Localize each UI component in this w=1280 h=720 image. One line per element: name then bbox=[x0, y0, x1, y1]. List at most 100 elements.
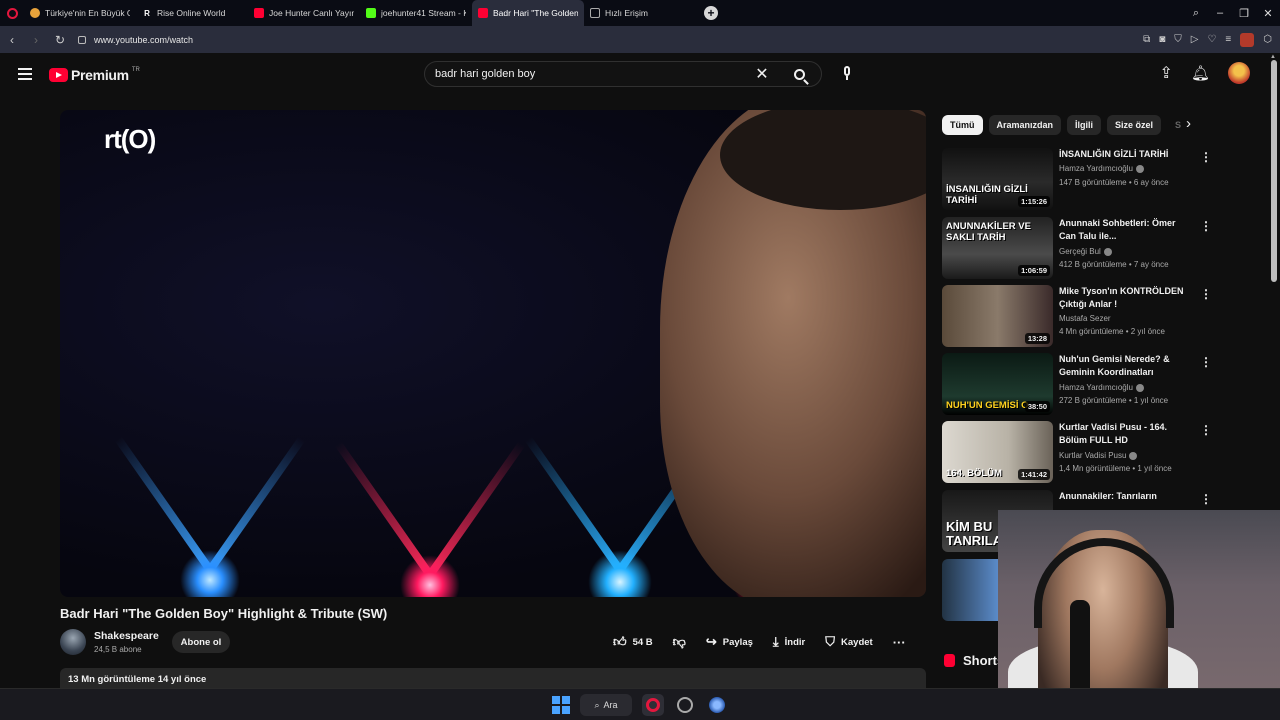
chip-related[interactable]: İlgili bbox=[1067, 115, 1102, 135]
tab-hizli-erisim[interactable]: Hızlı Erişim bbox=[584, 0, 696, 26]
tab-turkiye[interactable]: Türkiye'nin En Büyük Oyun bbox=[24, 0, 136, 26]
video-thumbnail[interactable]: 164. BÖLÜM 1:41:42 bbox=[942, 421, 1053, 483]
recommendation-title[interactable]: Mike Tyson'ın KONTRÖLDEN Çıktığı Anlar ! bbox=[1059, 285, 1195, 310]
youtube-play-icon bbox=[49, 68, 68, 82]
recommendation-title[interactable]: Anunnaki Sohbetleri: Ömer Can Talu ile..… bbox=[1059, 217, 1195, 242]
more-horizontal-icon: ··· bbox=[892, 634, 906, 650]
download-button[interactable]: ⤓ İndir bbox=[763, 632, 815, 652]
chevron-right-icon[interactable]: › bbox=[1186, 115, 1191, 132]
reload-icon[interactable]: ↻ bbox=[48, 33, 72, 47]
back-icon[interactable]: ‹ bbox=[0, 33, 24, 47]
video-thumbnail[interactable]: NUH'UN GEMİSİ O 38:50 bbox=[942, 353, 1053, 415]
list-item[interactable]: İNSANLIĞIN GİZLİ TARİHİ 1:15:26 İNSANLIĞ… bbox=[942, 148, 1222, 210]
taskbar-apps: ⌕ Ara bbox=[552, 694, 728, 716]
more-actions-button[interactable]: ··· bbox=[883, 632, 916, 652]
clear-search-icon[interactable]: ✕ bbox=[747, 64, 777, 84]
recommendation-title[interactable]: Nuh'un Gemisi Nerede? & Geminin Koordina… bbox=[1059, 353, 1195, 378]
minimize-icon[interactable]: – bbox=[1208, 7, 1232, 19]
more-vertical-icon[interactable]: ⋮ bbox=[1200, 150, 1212, 164]
more-vertical-icon[interactable]: ⋮ bbox=[1200, 355, 1212, 369]
extension-avatar[interactable] bbox=[1240, 32, 1255, 47]
close-icon[interactable]: ✕ bbox=[1256, 7, 1280, 20]
list-item[interactable]: ANUNNAKİLER VE SAKLI TARİH 1:06:59 Anunn… bbox=[942, 217, 1222, 279]
chip-all[interactable]: Tümü bbox=[942, 115, 983, 135]
tab-label: Joe Hunter Canlı Yayını - Y bbox=[269, 8, 354, 18]
dislike-button[interactable]: 👎︎ bbox=[663, 632, 696, 652]
url-field[interactable]: www.youtube.com/watch bbox=[78, 35, 193, 45]
subscriber-count: 24,5 B abone bbox=[94, 645, 142, 654]
share-icon: ↪ bbox=[705, 634, 717, 649]
menu-icon[interactable]: ≡ bbox=[1225, 34, 1231, 45]
thumbnail-text: KİM BU TANRILA bbox=[946, 519, 1003, 548]
recommendation-meta: 1,4 Mn görüntüleme • 1 yıl önce bbox=[1059, 464, 1172, 473]
chip-from-search[interactable]: Aramanızdan bbox=[988, 115, 1062, 135]
list-item[interactable]: 164. BÖLÜM 1:41:42 Kurtlar Vadisi Pusu -… bbox=[942, 421, 1222, 483]
channel-name[interactable]: Shakespeare bbox=[94, 630, 159, 642]
thumbs-up-icon: 👍︎ bbox=[613, 634, 627, 649]
list-item[interactable]: NUH'UN GEMİSİ O 38:50 Nuh'un Gemisi Nere… bbox=[942, 353, 1222, 415]
more-vertical-icon[interactable]: ⋮ bbox=[1200, 423, 1212, 437]
heart-icon[interactable]: ♡ bbox=[1207, 34, 1216, 45]
stage-light bbox=[400, 555, 460, 597]
tab-badr-hari[interactable]: Badr Hari "The Golden Bo bbox=[472, 0, 584, 26]
app-taskbar-icon[interactable] bbox=[706, 694, 728, 716]
youtube-icon bbox=[254, 8, 264, 18]
like-button[interactable]: 👍︎ 54 B bbox=[603, 632, 663, 652]
video-player[interactable]: rt(O) bbox=[60, 110, 926, 597]
tab-rise-online[interactable]: R Rise Online World bbox=[136, 0, 248, 26]
maximize-icon[interactable]: ❐ bbox=[1232, 7, 1256, 20]
forward-icon[interactable]: › bbox=[24, 33, 48, 47]
address-bar: ‹ › ↻ www.youtube.com/watch ⧉ ◙ ⛉ ▷ ♡ ≡ … bbox=[0, 26, 1280, 53]
duration-badge: 38:50 bbox=[1024, 401, 1050, 412]
new-tab-button[interactable]: + bbox=[704, 6, 718, 20]
search-tabs-icon[interactable]: ⌕ bbox=[1184, 7, 1208, 20]
notifications-icon[interactable]: 🔔︎ bbox=[1191, 64, 1210, 82]
recommendation-meta: 272 B görüntüleme • 1 yıl önce bbox=[1059, 396, 1169, 405]
pip-icon[interactable]: ⧉ bbox=[1143, 34, 1150, 45]
more-vertical-icon[interactable]: ⋮ bbox=[1200, 287, 1212, 301]
vpn-icon[interactable]: ⬡ bbox=[1263, 34, 1272, 45]
address-bar-icons: ⧉ ◙ ⛉ ▷ ♡ ≡ ⬡ bbox=[1143, 26, 1272, 53]
page-scrollbar[interactable] bbox=[1271, 60, 1277, 282]
account-avatar[interactable] bbox=[1228, 62, 1250, 84]
recommendation-title[interactable]: Anunnakiler: Tanrıların bbox=[1059, 490, 1195, 503]
opera-menu-icon[interactable] bbox=[0, 0, 24, 26]
save-button[interactable]: ⛉ Kaydet bbox=[815, 632, 882, 652]
tab-label: Hızlı Erişim bbox=[605, 8, 648, 18]
video-thumbnail[interactable]: İNSANLIĞIN GİZLİ TARİHİ 1:15:26 bbox=[942, 148, 1053, 210]
share-button[interactable]: ↪ Paylaş bbox=[696, 632, 763, 652]
video-thumbnail[interactable]: ANUNNAKİLER VE SAKLI TARİH 1:06:59 bbox=[942, 217, 1053, 279]
lock-icon bbox=[78, 35, 86, 44]
tab-joe-hunter-youtube[interactable]: Joe Hunter Canlı Yayını - Y bbox=[248, 0, 360, 26]
youtube-logo[interactable]: Premium TR bbox=[49, 67, 140, 83]
create-icon[interactable]: ⇪ bbox=[1160, 63, 1173, 83]
tab-label: Türkiye'nin En Büyük Oyun bbox=[45, 8, 130, 18]
voice-search-icon[interactable] bbox=[842, 66, 852, 82]
app-taskbar-icon[interactable] bbox=[674, 694, 696, 716]
recommendation-title[interactable]: İNSANLIĞIN GİZLİ TARİHİ bbox=[1059, 148, 1195, 161]
chip-for-you[interactable]: Size özel bbox=[1107, 115, 1162, 135]
search-input[interactable] bbox=[425, 68, 747, 80]
shorts-section-header[interactable]: Shorts bbox=[944, 653, 1004, 668]
share-label: Paylaş bbox=[722, 636, 753, 648]
windows-start-icon[interactable] bbox=[552, 696, 570, 714]
more-vertical-icon[interactable]: ⋮ bbox=[1200, 219, 1212, 233]
shield-icon[interactable]: ⛉ bbox=[1174, 34, 1182, 45]
channel-avatar[interactable] bbox=[60, 629, 86, 655]
recommendation-title[interactable]: Kurtlar Vadisi Pusu - 164. Bölüm FULL HD bbox=[1059, 421, 1195, 446]
thumbnail-text: NUH'UN GEMİSİ O bbox=[946, 400, 1029, 411]
subscribe-button[interactable]: Abone ol bbox=[172, 631, 230, 653]
video-title: Badr Hari "The Golden Boy" Highlight & T… bbox=[60, 606, 388, 621]
opera-taskbar-icon[interactable] bbox=[642, 694, 664, 716]
tab-kick[interactable]: joehunter41 Stream - Kick bbox=[360, 0, 472, 26]
more-vertical-icon[interactable]: ⋮ bbox=[1200, 492, 1212, 506]
duration-badge: 1:15:26 bbox=[1018, 196, 1050, 207]
video-thumbnail[interactable]: 13:28 bbox=[942, 285, 1053, 347]
shorts-icon bbox=[944, 654, 955, 667]
taskbar-search[interactable]: ⌕ Ara bbox=[580, 694, 632, 716]
play-icon[interactable]: ▷ bbox=[1191, 34, 1199, 45]
menu-icon[interactable] bbox=[18, 68, 32, 80]
list-item[interactable]: 13:28 Mike Tyson'ın KONTRÖLDEN Çıktığı A… bbox=[942, 285, 1222, 347]
search-button[interactable] bbox=[777, 62, 821, 86]
camera-icon[interactable]: ◙ bbox=[1159, 34, 1165, 45]
